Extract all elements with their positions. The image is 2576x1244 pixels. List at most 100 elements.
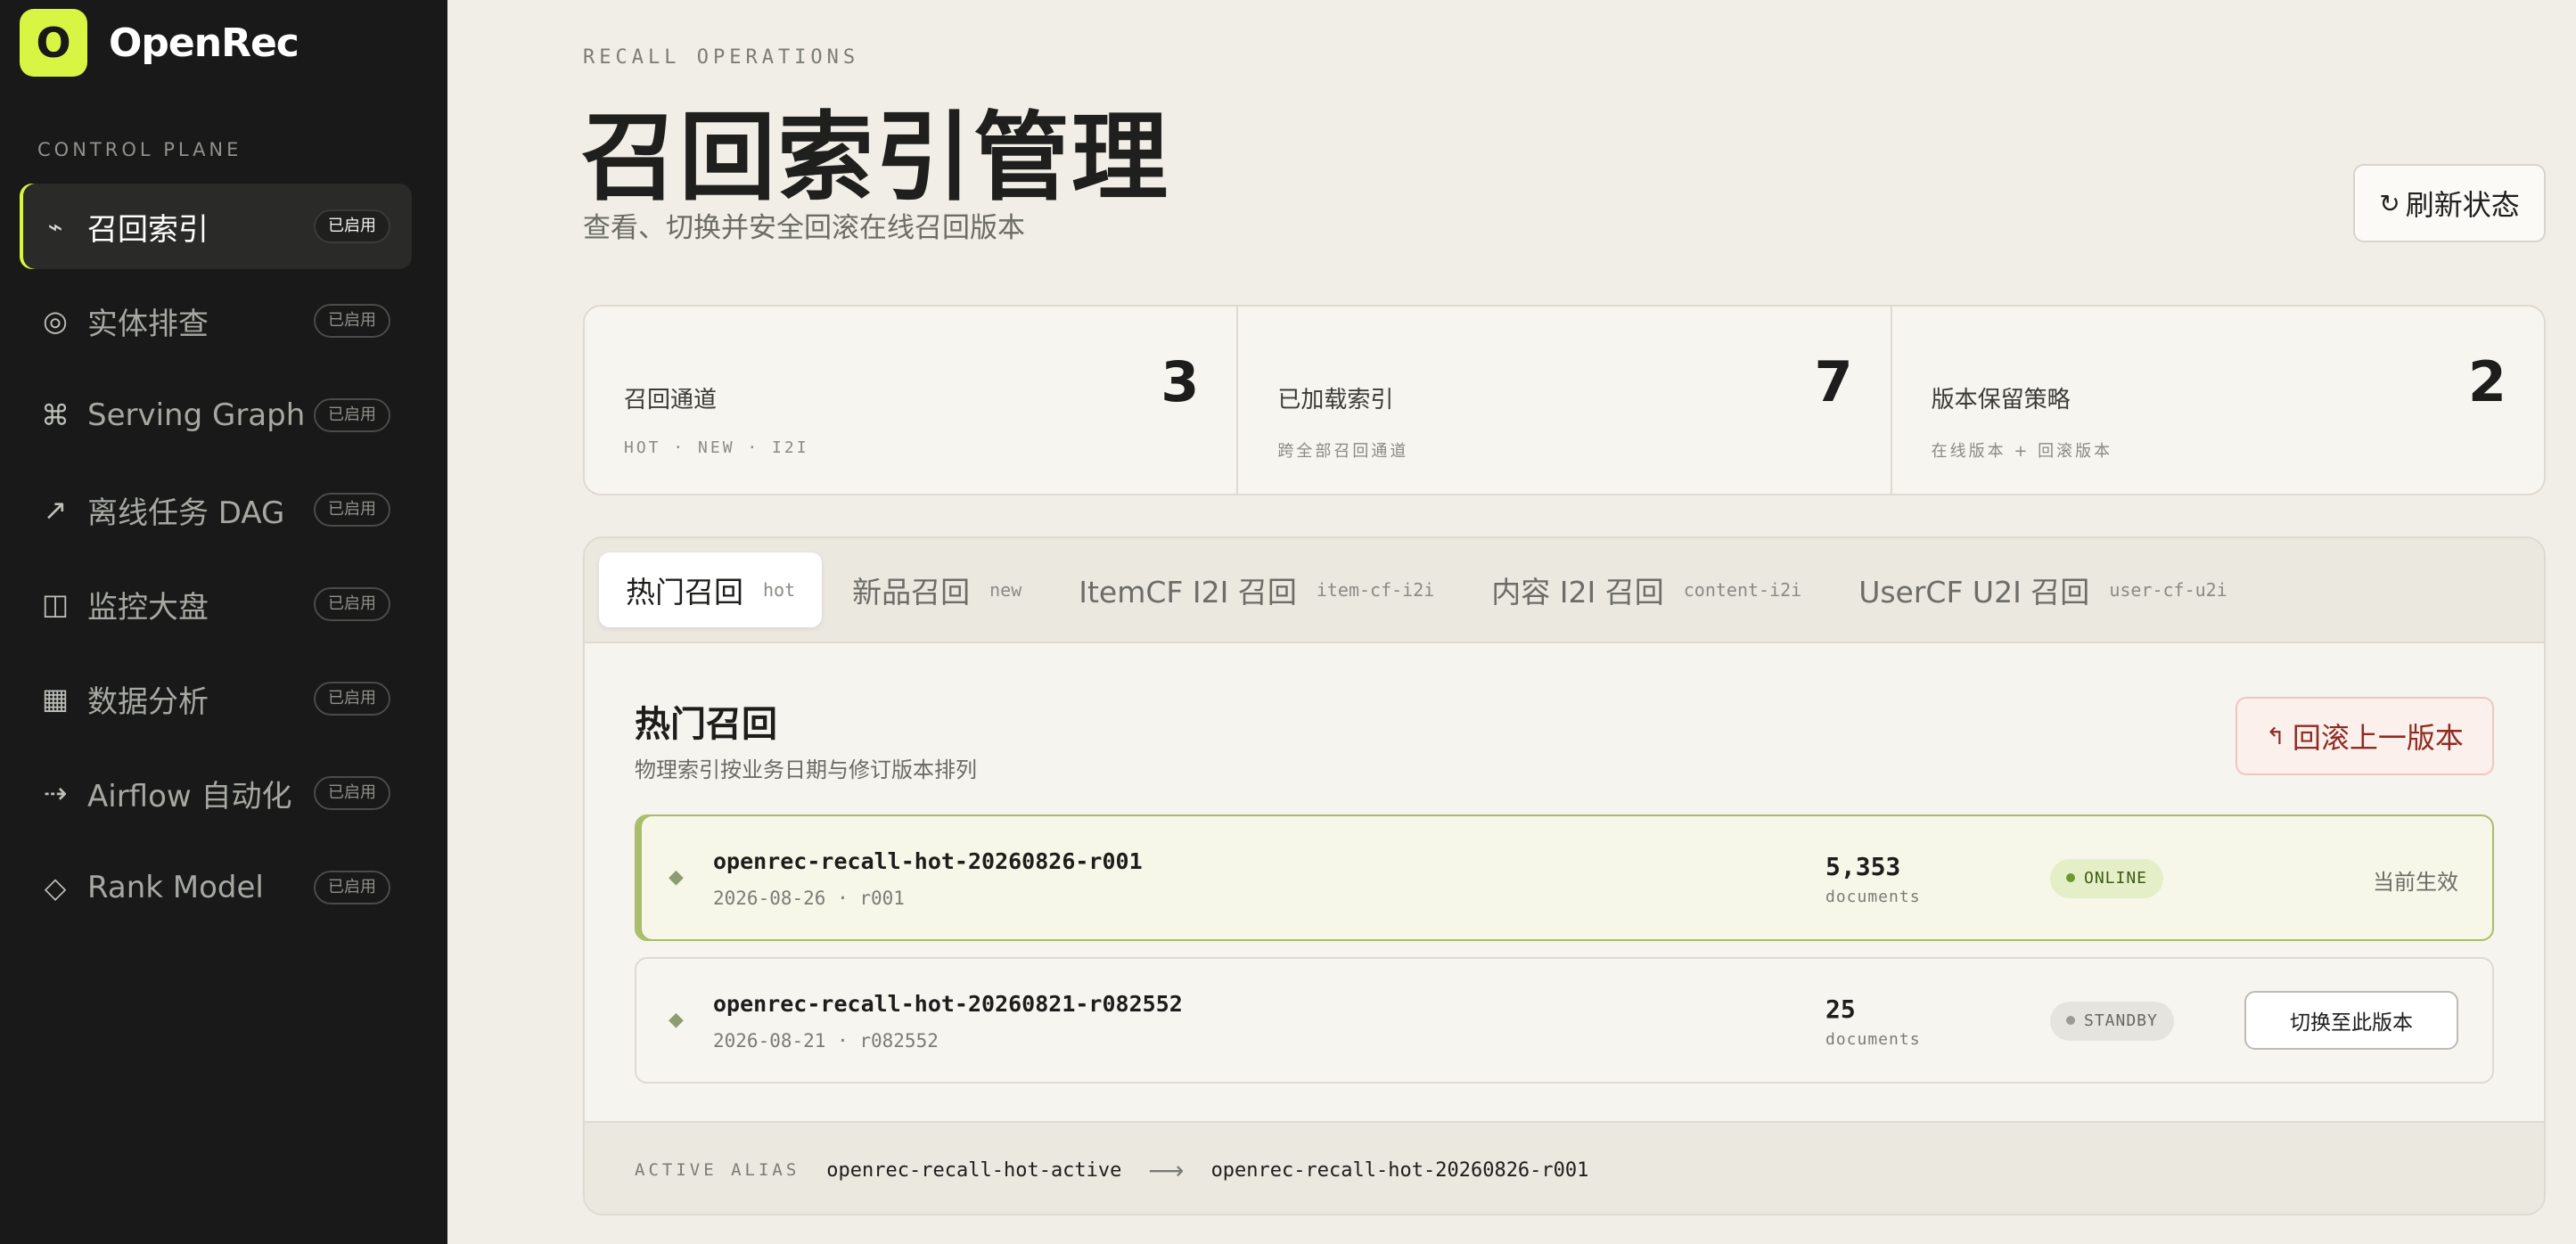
tab-label: 热门召回 [626, 575, 743, 610]
recall-tabs: 热门召回 hot 新品召回 new ItemCF I2I 召回 item-cf-… [585, 538, 2544, 643]
page-subtitle: 查看、切换并安全回滚在线召回版本 [583, 212, 1025, 244]
tab-key: content-i2i [1683, 579, 1802, 601]
brand-logo: O [20, 9, 87, 77]
version-meta: 2026-08-26 · r001 [713, 888, 905, 909]
version-doc-count: 5,353 [1825, 852, 1901, 881]
sidebar-item-analytics[interactable]: ▦ 数据分析 已启用 [20, 656, 412, 741]
sidebar-item-label: 监控大盘 [87, 589, 209, 626]
stat-value: 7 [1814, 349, 1853, 414]
brand[interactable]: O OpenRec [20, 9, 299, 77]
tab-hot[interactable]: 热门召回 hot [599, 552, 823, 627]
tab-content-i2i[interactable]: 内容 I2I 召回 content-i2i [1464, 552, 1828, 627]
section-title: 热门召回 [635, 704, 777, 745]
page-eyebrow: RECALL OPERATIONS [583, 46, 860, 69]
refresh-icon: ↻ [2379, 189, 2400, 217]
sidebar-item-label: Rank Model [87, 870, 264, 905]
panel-icon: ◫ [41, 587, 70, 621]
stat-label: 已加载索引 [1277, 387, 1394, 413]
sidebar-nav: ⌁ 召回索引 已启用 ◎ 实体排查 已启用 ⌘ Serving Graph 已启… [20, 184, 412, 939]
grid-icon: ▦ [41, 682, 70, 716]
diamond-icon: ◆ [669, 866, 684, 888]
status-text: STANDBY [2084, 1011, 2158, 1030]
status-badge: 已启用 [314, 209, 390, 243]
tab-new[interactable]: 新品召回 new [825, 552, 1048, 627]
status-badge: 已启用 [314, 304, 390, 338]
tab-label: ItemCF I2I 召回 [1079, 575, 1297, 610]
section-subtitle: 物理索引按业务日期与修订版本排列 [635, 757, 977, 782]
alias-target: openrec-recall-hot-20260826-r001 [1210, 1158, 1589, 1182]
arrow-right-icon: ⟶ [1148, 1155, 1185, 1185]
rollback-label: 回滚上一版本 [2292, 722, 2464, 754]
stat-loaded-indexes: 已加载索引 7 跨全部召回通道 [1238, 307, 1892, 494]
sidebar-item-label: Serving Graph [87, 397, 306, 433]
page-title: 召回索引管理 [581, 102, 1170, 214]
status-badge: 已启用 [314, 776, 390, 810]
version-row: ◆ openrec-recall-hot-20260821-r082552 20… [635, 957, 2494, 1084]
sidebar-item-label: 数据分析 [87, 683, 209, 720]
tab-label: UserCF U2I 召回 [1858, 575, 2090, 610]
sidebar-item-offline-dag[interactable]: ↗ 离线任务 DAG 已启用 [20, 467, 412, 552]
dashed-arrow-icon: ⇢ [43, 776, 68, 810]
sidebar-item-airflow[interactable]: ⇢ Airflow 自动化 已启用 [20, 750, 412, 836]
sidebar-item-entity-inspect[interactable]: ◎ 实体排查 已启用 [20, 278, 412, 364]
recall-panel: 热门召回 hot 新品召回 new ItemCF I2I 召回 item-cf-… [583, 536, 2546, 1215]
tab-label: 新品召回 [852, 575, 971, 610]
active-alias-bar: ACTIVE ALIAS openrec-recall-hot-active ⟶… [585, 1121, 2544, 1214]
rollback-icon: ↰ [2266, 722, 2285, 749]
sidebar-item-label: 召回索引 [87, 211, 209, 248]
target-icon: ◎ [43, 304, 68, 338]
pulse-icon: ⌁ [47, 211, 63, 241]
stat-label: 召回通道 [624, 387, 718, 413]
stat-label: 版本保留策略 [1931, 387, 2071, 413]
sidebar-item-monitoring[interactable]: ◫ 监控大盘 已启用 [20, 561, 412, 647]
version-row: ◆ openrec-recall-hot-20260826-r001 2026-… [635, 814, 2494, 941]
alias-label: ACTIVE ALIAS [635, 1160, 800, 1180]
status-badge: 已启用 [314, 871, 390, 904]
sidebar-item-label: 离线任务 DAG [87, 495, 285, 531]
diamond-icon: ◆ [669, 1009, 684, 1031]
sidebar-item-label: Airflow 自动化 [87, 778, 292, 814]
rollback-button[interactable]: ↰ 回滚上一版本 [2236, 697, 2494, 775]
status-text: ONLINE [2084, 869, 2148, 888]
status-badge: 已启用 [314, 682, 390, 716]
status-badge: 已启用 [314, 587, 390, 621]
stat-sub: 在线版本 + 回滚版本 [1931, 442, 2113, 461]
version-doc-count: 25 [1825, 994, 1856, 1024]
status-badge: 已启用 [314, 398, 390, 432]
version-doc-label: documents [1825, 888, 1921, 906]
stat-retention-policy: 版本保留策略 2 在线版本 + 回滚版本 [1892, 307, 2544, 494]
sidebar-item-recall-index[interactable]: ⌁ 召回索引 已启用 [20, 184, 412, 269]
command-icon: ⌘ [41, 398, 70, 432]
diamond-icon: ◇ [44, 871, 67, 904]
stat-value: 3 [1161, 349, 1200, 414]
sidebar-item-label: 实体排查 [87, 306, 209, 342]
status-dot [2066, 1016, 2075, 1025]
status-badge: ONLINE [2050, 859, 2164, 898]
switch-version-button[interactable]: 切换至此版本 [2244, 991, 2458, 1050]
sidebar-item-serving-graph[interactable]: ⌘ Serving Graph 已启用 [20, 372, 412, 458]
sidebar-section-label: CONTROL PLANE [37, 139, 242, 160]
version-name: openrec-recall-hot-20260821-r082552 [713, 991, 1183, 1017]
alias-name: openrec-recall-hot-active [826, 1158, 1122, 1182]
brand-name: OpenRec [109, 20, 299, 66]
tab-label: 内容 I2I 召回 [1491, 575, 1664, 610]
version-meta: 2026-08-21 · r082552 [713, 1030, 939, 1052]
sidebar-item-rank-model[interactable]: ◇ Rank Model 已启用 [20, 845, 412, 930]
stats-card: 召回通道 3 HOT · NEW · I2I 已加载索引 7 跨全部召回通道 版… [583, 305, 2546, 495]
refresh-status-button[interactable]: ↻ 刷新状态 [2353, 164, 2546, 242]
version-name: openrec-recall-hot-20260826-r001 [713, 848, 1143, 874]
tab-user-cf-u2i[interactable]: UserCF U2I 召回 user-cf-u2i [1832, 552, 2254, 627]
stat-recall-channels: 召回通道 3 HOT · NEW · I2I [585, 307, 1239, 494]
sidebar: O OpenRec CONTROL PLANE ⌁ 召回索引 已启用 ◎ 实体排… [0, 0, 447, 1244]
stat-sub: 跨全部召回通道 [1277, 442, 1409, 461]
stat-sub: HOT · NEW · I2I [624, 438, 809, 457]
refresh-label: 刷新状态 [2405, 189, 2520, 221]
version-doc-label: documents [1825, 1030, 1921, 1049]
tab-key: new [989, 579, 1022, 601]
tab-item-cf-i2i[interactable]: ItemCF I2I 召回 item-cf-i2i [1052, 552, 1461, 627]
status-dot [2066, 873, 2075, 882]
tab-key: hot [763, 579, 796, 601]
tab-key: item-cf-i2i [1316, 579, 1435, 601]
tab-key: user-cf-u2i [2109, 579, 2227, 601]
stat-value: 2 [2467, 349, 2506, 414]
